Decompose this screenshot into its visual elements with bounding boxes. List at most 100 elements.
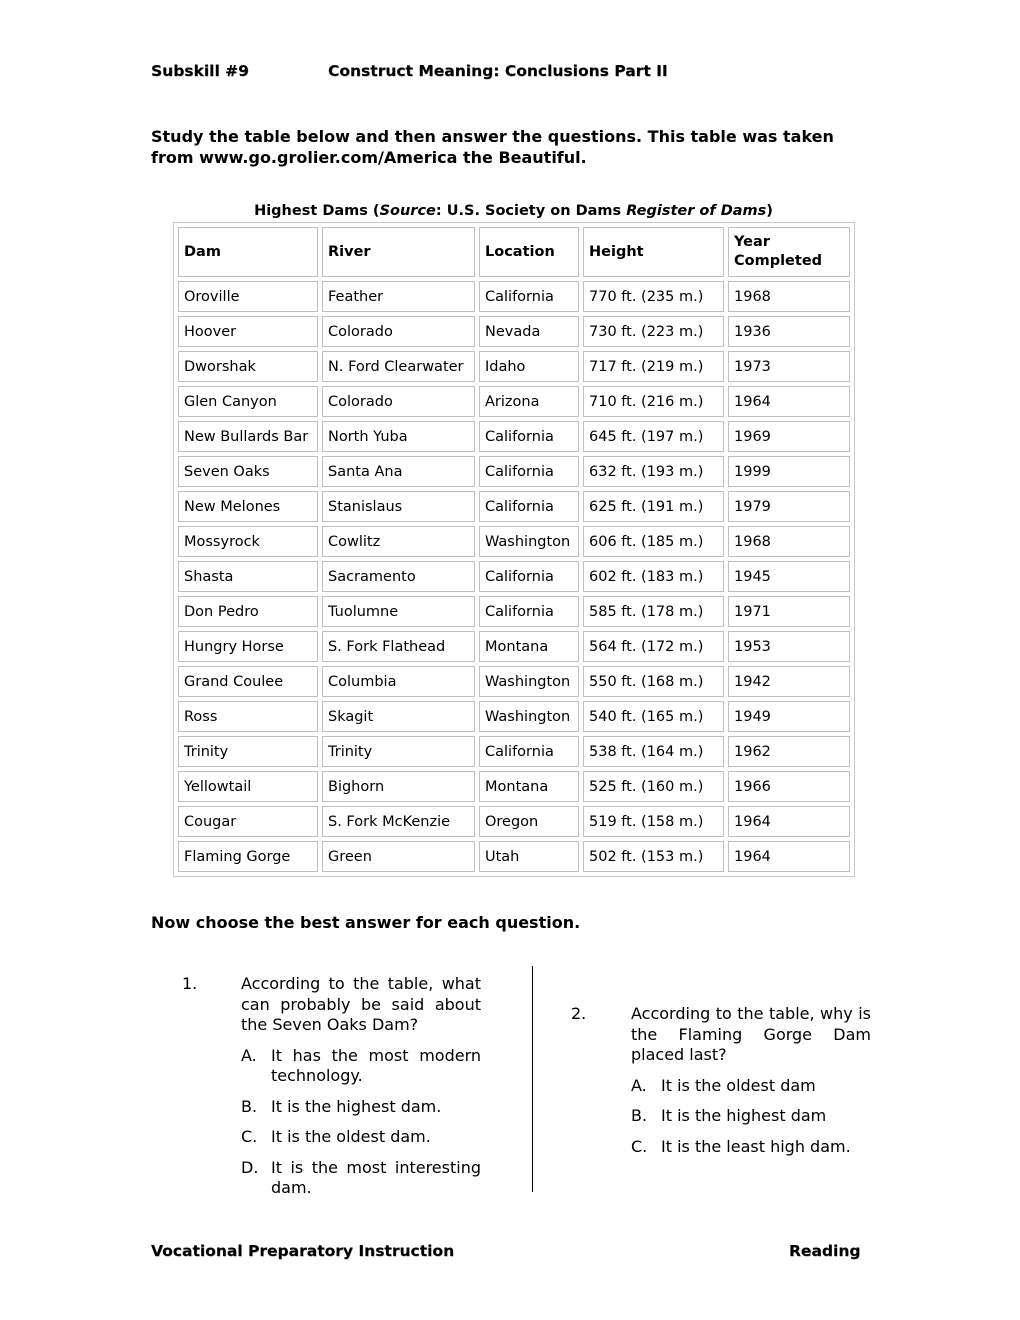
- table-row: Oroville Feather California 770 ft. (235 m.…: [178, 281, 850, 312]
- option-text: It is the least high dam.: [661, 1136, 851, 1156]
- cell-dam: Oroville: [178, 281, 318, 312]
- cell-year-completed: 1999: [728, 456, 850, 487]
- cell-year-completed: 1945: [728, 561, 850, 592]
- question-1-option-b[interactable]: B. It is the highest dam.: [241, 1097, 481, 1118]
- cell-location: Washington: [479, 526, 579, 557]
- cell-height: 730 ft. (223 m.): [583, 316, 724, 347]
- table-row: Seven Oaks Santa Ana California 632 ft. (19…: [178, 456, 850, 487]
- option-letter: C.: [241, 1127, 258, 1146]
- table-row: Dworshak N. Ford Clearwater Idaho 717 ft. (…: [178, 351, 850, 382]
- table-row: Hoover Colorado Nevada 730 ft. (223 m.) 1936: [178, 316, 850, 347]
- option-text: It is the oldest dam: [661, 1075, 816, 1095]
- question-2-option-c[interactable]: C. It is the least high dam.: [631, 1137, 871, 1158]
- cell-year-completed: 1964: [728, 386, 850, 417]
- option-text: It has the most modern technology.: [271, 1045, 481, 1086]
- cell-dam: New Bullards Bar: [178, 421, 318, 452]
- table-row: Grand Coulee Columbia Washington 550 ft. (1…: [178, 666, 850, 697]
- cell-location: Arizona: [479, 386, 579, 417]
- cell-river: Green: [322, 841, 475, 872]
- column-divider: [532, 966, 533, 1192]
- cell-height: 502 ft. (153 m.): [583, 841, 724, 872]
- caption-register: Register of Dams: [626, 203, 767, 219]
- cell-height: 645 ft. (197 m.): [583, 421, 724, 452]
- table-row: New Melones Stanislaus California 625 ft. (…: [178, 491, 850, 522]
- cell-location: Washington: [479, 701, 579, 732]
- caption-suffix: ): [766, 203, 773, 219]
- cell-height: 770 ft. (235 m.): [583, 281, 724, 312]
- cell-location: Utah: [479, 841, 579, 872]
- footer-subject: Reading: [789, 1242, 861, 1260]
- cell-location: California: [479, 596, 579, 627]
- cell-dam: Cougar: [178, 806, 318, 837]
- option-letter: B.: [631, 1106, 648, 1125]
- cell-height: 585 ft. (178 m.): [583, 596, 724, 627]
- question-1-option-d[interactable]: D. It is the most interesting dam.: [241, 1158, 481, 1199]
- cell-river: Santa Ana: [322, 456, 475, 487]
- cell-dam: New Melones: [178, 491, 318, 522]
- column-header-dam: Dam: [178, 227, 318, 277]
- cell-river: North Yuba: [322, 421, 475, 452]
- question-1-text: According to the table, what can probabl…: [241, 974, 481, 1034]
- table-row: Flaming Gorge Green Utah 502 ft. (153 m.) 19…: [178, 841, 850, 872]
- table-caption: Highest Dams (Source: U.S. Society on Da…: [173, 203, 854, 219]
- cell-location: Oregon: [479, 806, 579, 837]
- cell-year-completed: 1969: [728, 421, 850, 452]
- cell-dam: Trinity: [178, 736, 318, 767]
- option-text: It is the highest dam.: [271, 1096, 442, 1116]
- caption-middle: : U.S. Society on Dams: [435, 203, 627, 219]
- cell-dam: Don Pedro: [178, 596, 318, 627]
- cell-height: 606 ft. (185 m.): [583, 526, 724, 557]
- cell-year-completed: 1953: [728, 631, 850, 662]
- cell-river: Tuolumne: [322, 596, 475, 627]
- cell-river: N. Ford Clearwater: [322, 351, 475, 382]
- cell-dam: Yellowtail: [178, 771, 318, 802]
- cell-dam: Mossyrock: [178, 526, 318, 557]
- question-1-option-c[interactable]: C. It is the oldest dam.: [241, 1127, 481, 1148]
- cell-year-completed: 1962: [728, 736, 850, 767]
- cell-river: Colorado: [322, 386, 475, 417]
- cell-year-completed: 1971: [728, 596, 850, 627]
- cell-dam: Ross: [178, 701, 318, 732]
- table-row: Cougar S. Fork McKenzie Oregon 519 ft. (158…: [178, 806, 850, 837]
- cell-river: Feather: [322, 281, 475, 312]
- cell-river: Columbia: [322, 666, 475, 697]
- question-2-option-a[interactable]: A. It is the oldest dam: [631, 1076, 871, 1097]
- cell-year-completed: 1973: [728, 351, 850, 382]
- dams-table: Dam River Location Height Year Completed…: [173, 222, 855, 877]
- column-header-height: Height: [583, 227, 724, 277]
- cell-location: California: [479, 281, 579, 312]
- question-2: According to the table, why is the Flami…: [631, 1004, 871, 1157]
- cell-year-completed: 1964: [728, 806, 850, 837]
- option-letter: A.: [241, 1045, 257, 1065]
- option-letter: A.: [631, 1075, 647, 1095]
- question-1-option-a[interactable]: A. It has the most modern technology.: [241, 1046, 481, 1087]
- cell-year-completed: 1968: [728, 281, 850, 312]
- option-text: It is the most interesting dam.: [271, 1157, 481, 1198]
- cell-river: S. Fork McKenzie: [322, 806, 475, 837]
- table-header-row: Dam River Location Height Year Completed: [178, 227, 850, 277]
- option-letter: C.: [631, 1136, 648, 1156]
- cell-river: Stanislaus: [322, 491, 475, 522]
- caption-source-label: Source: [379, 203, 436, 219]
- cell-dam: Seven Oaks: [178, 456, 318, 487]
- cell-dam: Dworshak: [178, 351, 318, 382]
- question-1-number: 1.: [182, 974, 198, 993]
- cell-year-completed: 1968: [728, 526, 850, 557]
- question-2-option-b[interactable]: B. It is the highest dam: [631, 1106, 871, 1127]
- question-1: According to the table, what can probabl…: [241, 974, 481, 1199]
- cell-river: S. Fork Flathead: [322, 631, 475, 662]
- table-row: Shasta Sacramento California 602 ft. (183 m…: [178, 561, 850, 592]
- option-text: It is the oldest dam.: [271, 1127, 431, 1146]
- table-row: Hungry Horse S. Fork Flathead Montana 564 f…: [178, 631, 850, 662]
- table-row: Mossyrock Cowlitz Washington 606 ft. (185 m…: [178, 526, 850, 557]
- footer-program: Vocational Preparatory Instruction: [151, 1242, 455, 1260]
- cell-river: Colorado: [322, 316, 475, 347]
- column-header-location: Location: [479, 227, 579, 277]
- table-row: Yellowtail Bighorn Montana 525 ft. (160 m.)…: [178, 771, 850, 802]
- cell-year-completed: 1966: [728, 771, 850, 802]
- table-row: Trinity Trinity California 538 ft. (164 m.)…: [178, 736, 850, 767]
- cell-dam: Grand Coulee: [178, 666, 318, 697]
- table-row: Glen Canyon Colorado Arizona 710 ft. (216 m…: [178, 386, 850, 417]
- intro-text: Study the table below and then answer th…: [151, 127, 834, 167]
- cell-height: 540 ft. (165 m.): [583, 701, 724, 732]
